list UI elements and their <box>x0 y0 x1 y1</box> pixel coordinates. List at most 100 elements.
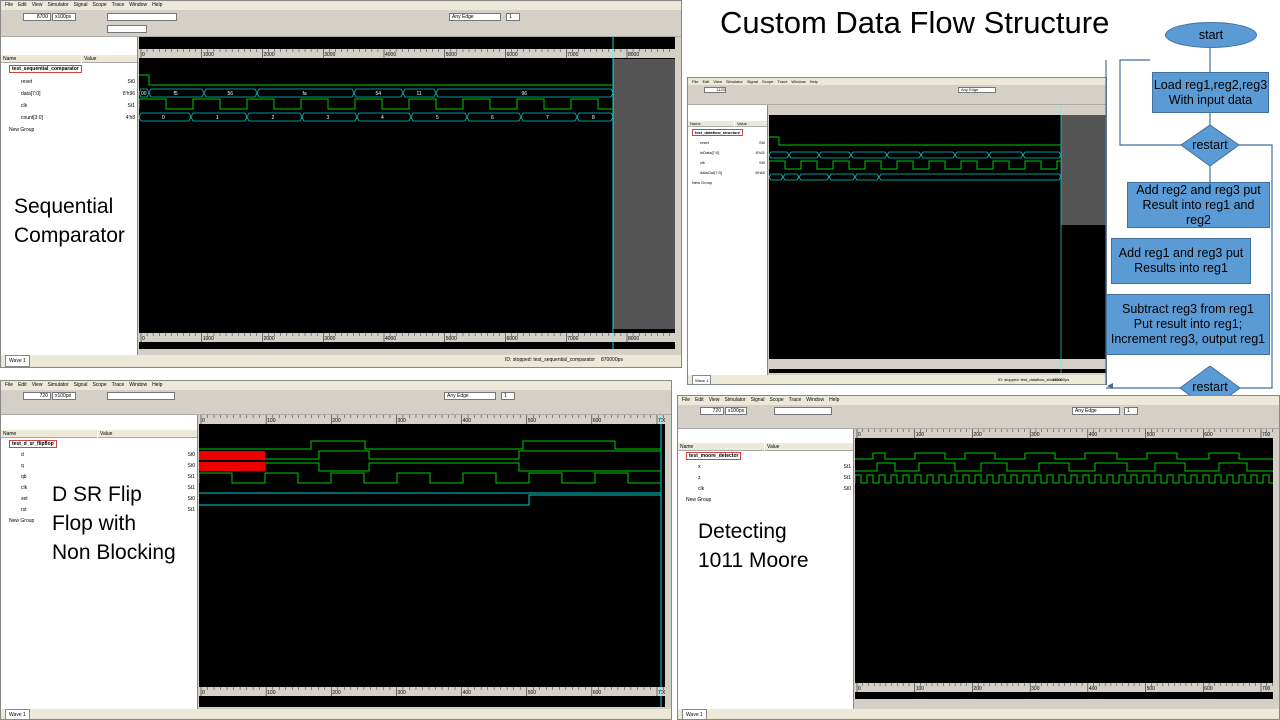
time-units-select[interactable]: x100ps <box>52 13 76 21</box>
menu-edit[interactable]: Edit <box>695 396 704 405</box>
wave-tab[interactable]: Wave 1 <box>682 709 707 719</box>
step-field[interactable]: 1 <box>506 13 520 21</box>
p2-indata-bus-segment <box>1022 151 1062 159</box>
p1-count-bus-segment <box>466 112 522 122</box>
menu-trace[interactable]: Trace <box>112 1 125 10</box>
menu-help[interactable]: Help <box>829 396 839 405</box>
menu-window[interactable]: Window <box>791 78 805 85</box>
menu-trace[interactable]: Trace <box>112 381 125 390</box>
step-field[interactable]: 1 <box>501 392 515 400</box>
edge-select[interactable]: Any Edge <box>958 87 996 93</box>
p4-bottom-tick-label: 200 <box>973 686 982 692</box>
search-field[interactable] <box>774 407 832 415</box>
p3-bottom-tick-label: 500 <box>528 690 537 696</box>
menu-edit[interactable]: Edit <box>702 78 709 85</box>
menu-help[interactable]: Help <box>152 1 162 10</box>
p4-top-tick-label: 700 <box>1262 432 1271 438</box>
menu-edit[interactable]: Edit <box>18 381 27 390</box>
signal-group-row[interactable]: test_sequential_comparator <box>9 65 135 73</box>
menu-help[interactable]: Help <box>152 381 162 390</box>
signal-row-clk[interactable]: clk St0 <box>700 159 765 167</box>
menu-edit[interactable]: Edit <box>18 1 27 10</box>
time-units-select[interactable]: x100ps <box>725 407 747 415</box>
signal-row-count[interactable]: count[3:0] 4'h8 <box>21 114 135 122</box>
new-group-row[interactable]: New Group <box>686 496 851 504</box>
new-group-row[interactable]: New Group <box>9 126 135 134</box>
signal-row-x[interactable]: x St1 <box>698 463 851 471</box>
time-field[interactable]: 720 <box>23 392 51 400</box>
menu-view[interactable]: View <box>713 78 722 85</box>
menu-trace[interactable]: Trace <box>789 396 802 405</box>
signal-row-data[interactable]: data[7:0] 8'h96 <box>21 90 135 98</box>
menu-simulator[interactable]: Simulator <box>724 396 745 405</box>
menu-file[interactable]: File <box>5 381 13 390</box>
new-group-row[interactable]: New Group <box>692 179 765 187</box>
caption-line: D SR Flip <box>52 483 142 506</box>
wave-tab[interactable]: Wave 1 <box>692 375 712 384</box>
wave-tab[interactable]: Wave 1 <box>5 709 30 719</box>
search-field[interactable] <box>107 392 175 400</box>
signal-group-row[interactable]: test_moore_detector <box>686 452 851 460</box>
menu-simulator[interactable]: Simulator <box>47 1 68 10</box>
menu-simulator[interactable]: Simulator <box>726 78 743 85</box>
signal-value: St0 <box>187 496 195 502</box>
menu-signal[interactable]: Signal <box>751 396 765 405</box>
step-field[interactable]: 1 <box>1124 407 1138 415</box>
waveform-area[interactable]: 0 100 200 300 400 500 600 700 0 100 200 300 400 500 60… <box>855 429 1273 699</box>
signal-row-reset[interactable]: reset St0 <box>21 78 135 86</box>
p4-bottom-tick-label: 500 <box>1147 686 1156 692</box>
menu-scope[interactable]: Scope <box>92 381 106 390</box>
menu-file[interactable]: File <box>682 396 690 405</box>
menu-view[interactable]: View <box>32 1 43 10</box>
signal-row-d[interactable]: d St0 <box>21 451 195 459</box>
signal-row-indata[interactable]: inData[7:0] 8'h11 <box>700 149 765 157</box>
signal-value: St1 <box>843 475 851 481</box>
signal-group-row[interactable]: test_dataflow_structure <box>692 129 765 137</box>
wave-tab[interactable]: Wave 1 <box>5 355 30 367</box>
menu-simulator[interactable]: Simulator <box>47 381 68 390</box>
p2-dataout-bus-segment <box>798 173 830 181</box>
signal-name: rst <box>21 507 27 513</box>
time-field[interactable]: 1120 <box>704 87 726 93</box>
menu-scope[interactable]: Scope <box>769 396 783 405</box>
search-field[interactable] <box>107 13 177 21</box>
waveform-area[interactable]: 0 1000 2000 3000 4000 5000 6000 7000 8000 0 1000 20… <box>139 37 675 349</box>
p4-bottom-tick-label: 300 <box>1031 686 1040 692</box>
signal-row-dataout[interactable]: dataOut[7:0] 8'h60 <box>700 169 765 177</box>
menu-help[interactable]: Help <box>810 78 818 85</box>
time-field[interactable]: 8700 <box>23 13 51 21</box>
menu-scope[interactable]: Scope <box>762 78 773 85</box>
menu-view[interactable]: View <box>32 381 43 390</box>
menu-window[interactable]: Window <box>129 381 147 390</box>
signal-search-field[interactable] <box>107 25 147 33</box>
signal-row-reset[interactable]: reset St0 <box>700 139 765 147</box>
caption-line: Flop with <box>52 512 137 535</box>
menu-scope[interactable]: Scope <box>92 1 106 10</box>
signal-row-q[interactable]: q St0 <box>21 462 195 470</box>
time-field[interactable]: 720 <box>700 407 724 415</box>
p1-count-bus-label: 4 <box>381 115 384 121</box>
signal-value: 8'h96 <box>122 91 135 97</box>
signal-group-row[interactable]: test_d_sr_flipflop <box>9 440 195 448</box>
menu-trace[interactable]: Trace <box>777 78 787 85</box>
time-units-select[interactable]: x100ps <box>52 392 76 400</box>
menu-file[interactable]: File <box>5 1 13 10</box>
menu-view[interactable]: View <box>709 396 720 405</box>
menu-signal[interactable]: Signal <box>74 381 88 390</box>
menu-window[interactable]: Window <box>129 1 147 10</box>
signal-row-clk[interactable]: clk St0 <box>698 485 851 493</box>
menu-bar: File Edit View Simulator Signal Scope Tr… <box>1 1 681 10</box>
edge-select[interactable]: Any Edge <box>444 392 496 400</box>
waveform-area[interactable] <box>769 105 1106 373</box>
edge-select[interactable]: Any Edge <box>449 13 501 21</box>
signal-row-clk[interactable]: clk St1 <box>21 102 135 110</box>
waveform-area[interactable]: 0 100 200 300 400 500 600 700 0 100 200 300 400 500 60… <box>199 415 665 707</box>
signal-name: dataOut[7:0] <box>700 170 723 175</box>
new-group-label: New Group <box>686 497 712 503</box>
edge-select[interactable]: Any Edge <box>1072 407 1120 415</box>
menu-signal[interactable]: Signal <box>747 78 758 85</box>
signal-row-z[interactable]: z St1 <box>698 474 851 482</box>
menu-signal[interactable]: Signal <box>74 1 88 10</box>
menu-window[interactable]: Window <box>806 396 824 405</box>
menu-file[interactable]: File <box>692 78 698 85</box>
